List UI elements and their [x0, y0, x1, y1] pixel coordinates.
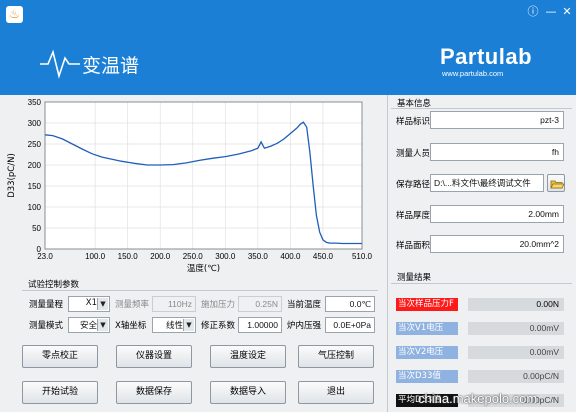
import-data-label: 数据导入 [229, 387, 266, 397]
d33-temperature-chart: 05010015020025030035023.0 100.0 150.0 200.0… [7, 98, 373, 274]
coef-field[interactable]: 1.00000 [238, 317, 282, 333]
y-tick-label: 300 [28, 119, 42, 128]
result-label: 当次样品压力F [396, 298, 458, 311]
y-axis-label: D33(pC/N) [7, 153, 17, 198]
x-tick-label: 23.0 [37, 252, 53, 261]
operator-input[interactable]: fh [430, 143, 564, 161]
mode-value: 安全 [79, 321, 97, 331]
right-panel: 基本信息 样品标识 pzt-3 测量人员 fh 保存路径 D:\...料文件\最… [387, 95, 576, 412]
pressure-label: 施加压力 [201, 300, 236, 310]
app-header: ♨ ⓘ — ✕ 变温谱 Partulab www.partulab.com [0, 0, 576, 95]
folder-icon [550, 180, 565, 189]
divider [22, 290, 378, 291]
chevron-down-icon[interactable]: ▼ [97, 298, 108, 310]
control-panel: 试验控制参数 测量量程 X1 ▼ 测量频率 110Hz 施加压力 0.25N 当… [0, 276, 382, 412]
xaxis-dropdown[interactable]: 线性 ▼ [152, 317, 196, 333]
furnace-label: 炉内压强 [287, 321, 322, 331]
instrument-settings-label: 仪器设置 [135, 351, 172, 361]
range-label: 测量量程 [29, 300, 64, 310]
zero-calibration-button[interactable]: 零点校正 [22, 345, 98, 368]
chevron-down-icon[interactable]: ▼ [183, 319, 194, 331]
coef-label: 修正系数 [201, 321, 236, 331]
plot-area [44, 101, 363, 250]
x-tick-label: 450.0 [313, 252, 334, 261]
pressure-control-label: 气压控制 [317, 351, 354, 361]
exit-label: 退出 [326, 387, 345, 397]
area-label: 样品面积 [396, 241, 431, 251]
zero-calibration-label: 零点校正 [41, 351, 78, 361]
pressure-field: 0.25N [238, 296, 282, 312]
chart-panel: 0 50 100 150 200 250 300 350 23.0 100.0 150.0 200.0… [0, 95, 382, 276]
start-test-label: 开始试验 [41, 387, 78, 397]
y-tick-label: 350 [28, 98, 42, 107]
mode-label: 测量模式 [29, 321, 64, 331]
sample-id-label: 样品标识 [396, 117, 431, 127]
result-label: 当次D33值 [396, 370, 458, 383]
brand-logo: Partulab [440, 44, 533, 69]
exit-button[interactable]: 退出 [298, 381, 374, 404]
results-section-title: 测量结果 [397, 273, 432, 283]
mode-dropdown[interactable]: 安全 ▼ [68, 317, 110, 333]
thickness-input[interactable]: 2.00mm [430, 205, 564, 223]
temp-field: 0.0℃ [325, 296, 375, 312]
page-title: 变温谱 [82, 55, 140, 77]
y-tick-label: 100 [28, 203, 42, 212]
y-tick-label: 250 [28, 140, 42, 149]
result-value: 0.00pC/N [468, 370, 564, 383]
save-data-button[interactable]: 数据保存 [116, 381, 192, 404]
xaxis-value: 线性 [165, 321, 183, 331]
brand-url: www.partulab.com [442, 69, 504, 78]
result-label: 当次V1电压 [396, 322, 458, 335]
divider [391, 108, 572, 109]
y-tick-label: 150 [28, 182, 42, 191]
result-value: 0.00mV [468, 346, 564, 359]
divider [387, 95, 388, 412]
temperature-setting-label: 温度设定 [229, 351, 266, 361]
x-tick-label: 350.0 [248, 252, 269, 261]
xaxis-label: X轴坐标 [115, 321, 147, 331]
x-tick-label: 250.0 [183, 252, 204, 261]
y-tick-label: 50 [32, 224, 41, 233]
result-value: 0.00mV [468, 322, 564, 335]
control-section-title: 试验控制参数 [28, 280, 80, 290]
x-tick-label: 100.0 [85, 252, 106, 261]
range-dropdown[interactable]: X1 ▼ [68, 296, 110, 312]
thickness-label: 样品厚度 [396, 211, 431, 221]
save-path-label: 保存路径 [396, 180, 431, 190]
freq-field: 110Hz [152, 296, 196, 312]
close-icon[interactable]: ✕ [560, 5, 574, 19]
instrument-settings-button[interactable]: 仪器设置 [116, 345, 192, 368]
waveform-icon [40, 49, 80, 79]
result-value: 0.00N [468, 298, 564, 311]
x-tick-label: 200.0 [150, 252, 171, 261]
start-test-button[interactable]: 开始试验 [22, 381, 98, 404]
result-label: 当次V2电压 [396, 346, 458, 359]
pressure-control-button[interactable]: 气压控制 [298, 345, 374, 368]
x-tick-label: 400.0 [280, 252, 301, 261]
save-data-label: 数据保存 [135, 387, 172, 397]
x-tick-label: 150.0 [118, 252, 139, 261]
area-input[interactable]: 20.0mm^2 [430, 235, 564, 253]
watermark: china.makepolo.com [418, 391, 538, 406]
app-logo-icon: ♨ [6, 6, 23, 23]
temp-label: 当前温度 [287, 300, 322, 310]
minimize-icon[interactable]: — [544, 5, 558, 19]
furnace-field: 0.0E+0Pa [325, 317, 375, 333]
save-path-input[interactable]: D:\...料文件\最终调试文件 [430, 174, 544, 192]
x-tick-label: 510.0 [352, 252, 373, 261]
import-data-button[interactable]: 数据导入 [210, 381, 286, 404]
browse-folder-button[interactable] [547, 174, 565, 192]
operator-label: 测量人员 [396, 149, 431, 159]
x-axis-label: 温度(℃) [187, 263, 220, 274]
range-value: X1 [85, 298, 97, 308]
divider [391, 283, 572, 284]
temperature-setting-button[interactable]: 温度设定 [210, 345, 286, 368]
info-icon[interactable]: ⓘ [526, 5, 540, 19]
chevron-down-icon[interactable]: ▼ [97, 319, 108, 331]
y-tick-label: 200 [28, 161, 42, 170]
freq-label: 测量频率 [115, 300, 150, 310]
x-tick-label: 300.0 [215, 252, 236, 261]
sample-id-input[interactable]: pzt-3 [430, 111, 564, 129]
